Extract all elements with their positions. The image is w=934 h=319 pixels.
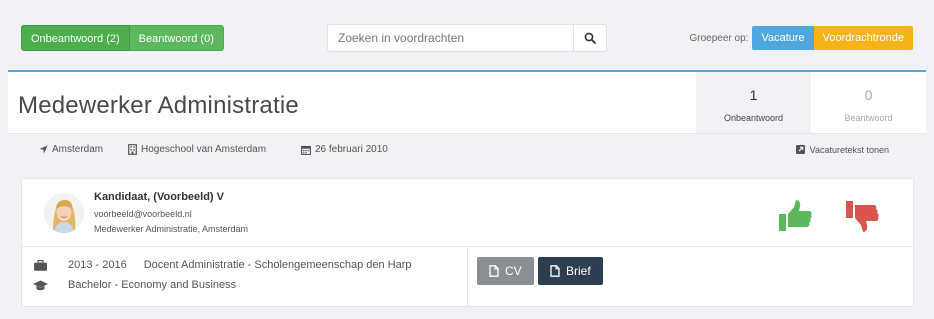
show-vacancy-text-label: Vacaturetekst tonen (809, 144, 889, 155)
stat-count: 1 (749, 87, 758, 103)
avatar (44, 193, 84, 233)
top-toolbar: Onbeantwoord (2) Beantwoord (0) Groepeer… (0, 0, 934, 66)
candidate-name[interactable]: Kandidaat, (Voorbeeld) V (94, 191, 224, 203)
filter-tabs: Onbeantwoord (2) Beantwoord (0) (21, 25, 224, 51)
vacancy-location: Amsterdam (39, 134, 103, 165)
date-text: 26 februari 2010 (315, 144, 388, 155)
reject-button[interactable] (844, 198, 880, 234)
brief-button[interactable]: Brief (538, 257, 603, 285)
experience-row: 2013 - 2016 Docent Administratie - Schol… (32, 257, 412, 273)
experience-period: 2013 - 2016 (68, 259, 127, 271)
search-icon (584, 32, 596, 44)
stat-onbeantwoord[interactable]: 1 Onbeantwoord (696, 72, 811, 133)
group-by: Groepeer op: Vacature Voordrachtronde (689, 26, 913, 50)
group-by-vacature-button[interactable]: Vacature (752, 26, 814, 50)
show-vacancy-text-link[interactable]: Vacaturetekst tonen (795, 134, 889, 165)
search-input[interactable] (327, 24, 573, 52)
stat-label: Beantwoord (844, 113, 893, 123)
vacancy-meta: Amsterdam Hogeschool van Amsterdam 26 fe… (8, 133, 926, 164)
approve-button[interactable] (777, 198, 813, 234)
cv-button[interactable]: CV (477, 257, 534, 285)
experience-description: Docent Administratie - Scholengemeenscha… (143, 259, 412, 271)
card-column-divider (467, 246, 468, 307)
candidate-card: Kandidaat, (Voorbeeld) V voorbeeld@voorb… (21, 178, 914, 307)
group-by-voordrachtronde-button[interactable]: Voordrachtronde (813, 26, 913, 50)
briefcase-icon (32, 259, 48, 271)
stat-label: Onbeantwoord (723, 113, 784, 123)
education-row: Bachelor - Economy and Business (32, 277, 236, 293)
organisation-text: Hogeschool van Amsterdam (141, 144, 267, 155)
education-text: Bachelor - Economy and Business (68, 279, 237, 291)
search-button[interactable] (573, 24, 607, 52)
vacancy-panel: Medewerker Administratie 1 Onbeantwoord … (8, 70, 926, 164)
thumbs-down-icon (846, 201, 879, 232)
document-icon (550, 265, 560, 277)
cv-button-label: CV (505, 264, 522, 278)
stat-beantwoord[interactable]: 0 Beantwoord (811, 72, 926, 133)
graduation-cap-icon (32, 280, 48, 291)
candidate-photo (44, 193, 84, 233)
location-text: Amsterdam (52, 144, 104, 155)
search-box (327, 24, 607, 52)
building-icon (128, 144, 137, 155)
brief-button-label: Brief (566, 264, 591, 278)
external-link-icon (795, 145, 805, 154)
stat-count: 0 (864, 87, 873, 103)
calendar-icon (301, 145, 311, 155)
candidate-email: voorbeeld@voorbeeld.nl (94, 209, 192, 219)
location-arrow-icon (39, 145, 48, 154)
vacancy-organisation: Hogeschool van Amsterdam (128, 134, 266, 165)
vacancy-title: Medewerker Administratie (18, 92, 299, 119)
group-by-label: Groepeer op: (689, 32, 749, 44)
tab-beantwoord[interactable]: Beantwoord (0) (129, 25, 224, 51)
candidate-job: Medewerker Administratie, Amsterdam (94, 224, 249, 234)
vacancy-date: 26 februari 2010 (301, 134, 388, 165)
tab-onbeantwoord[interactable]: Onbeantwoord (2) (21, 25, 130, 51)
thumbs-up-icon (779, 200, 812, 231)
document-icon (489, 265, 499, 277)
